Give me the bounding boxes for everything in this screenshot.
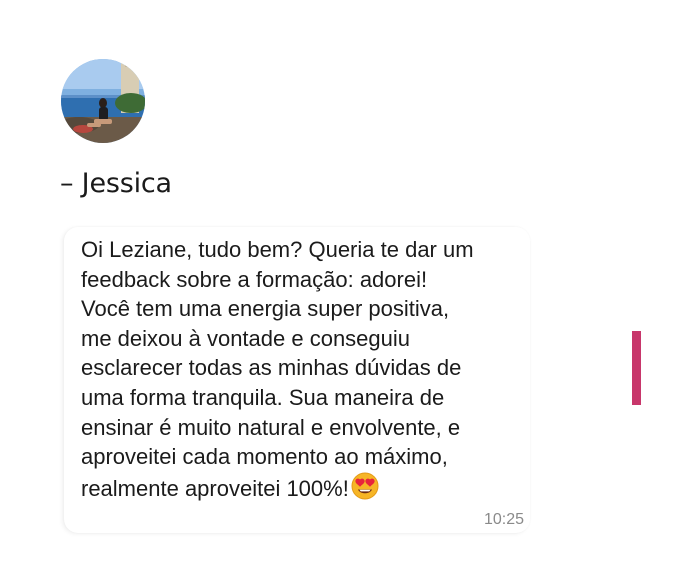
message-text-block: Oi Leziane, tudo bem? Queria te dar um f… bbox=[81, 235, 526, 507]
message-text: Oi Leziane, tudo bem? Queria te dar um f… bbox=[81, 237, 474, 501]
avatar bbox=[61, 59, 145, 143]
heart-eyes-emoji-icon bbox=[351, 472, 379, 508]
testimonial-author: – Jessica bbox=[60, 168, 172, 199]
message-bubble: Oi Leziane, tudo bem? Queria te dar um f… bbox=[64, 227, 530, 533]
accent-bar bbox=[632, 331, 641, 405]
testimonial-card: – Jessica Oi Leziane, tudo bem? Queria t… bbox=[0, 0, 695, 561]
message-timestamp: 10:25 bbox=[483, 511, 524, 528]
avatar-photo bbox=[61, 59, 145, 143]
